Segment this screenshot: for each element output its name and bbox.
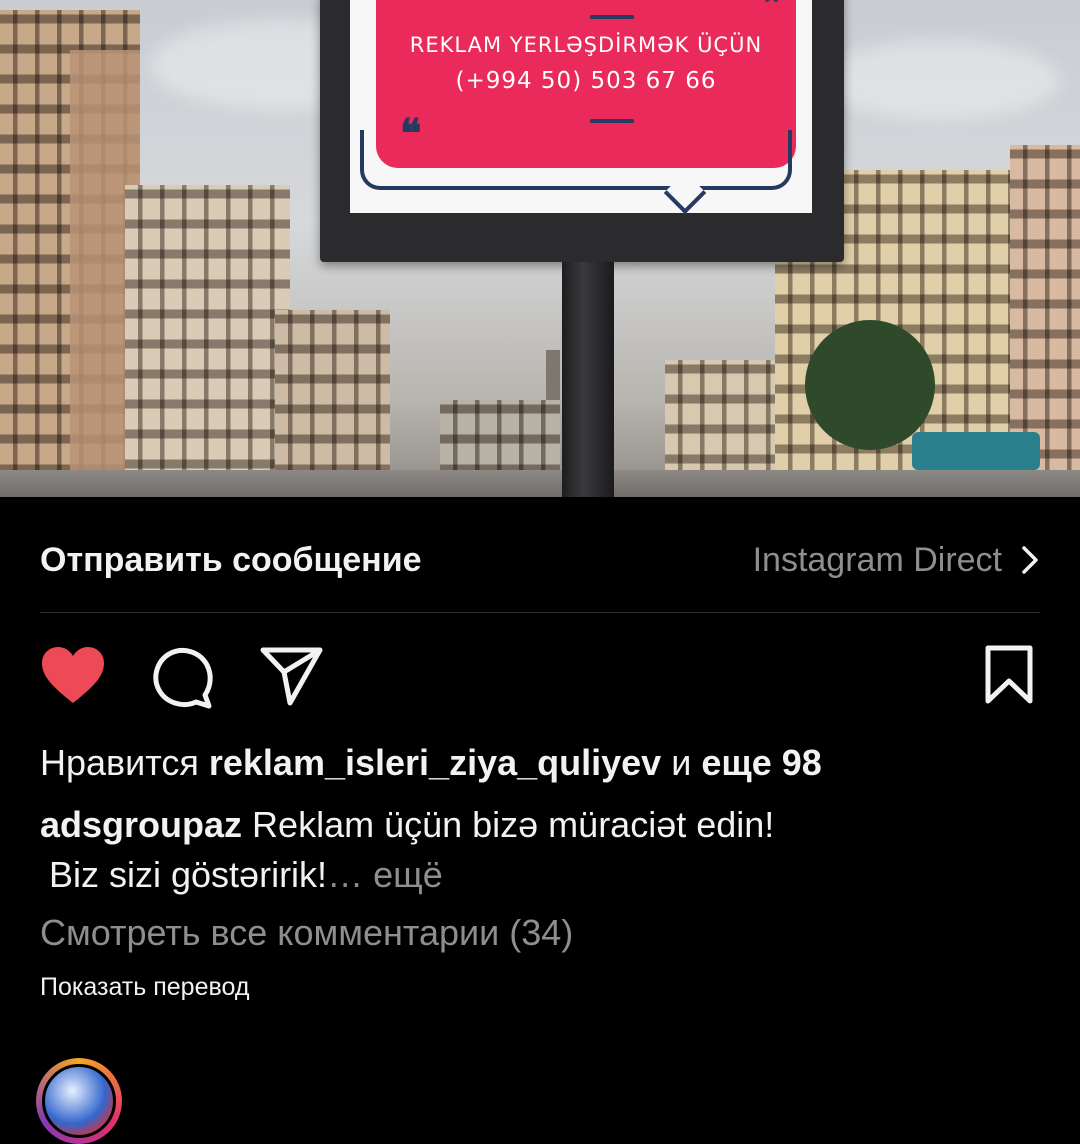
view-all-comments-link[interactable]: Смотреть все комментарии (34) [40, 912, 573, 954]
dash-bottom [590, 119, 634, 123]
likes-count[interactable]: еще 98 [701, 742, 821, 783]
likes-line[interactable]: Нравится reklam_isleri_ziya_quliyev и ещ… [40, 742, 822, 784]
avatar-image [42, 1064, 116, 1138]
billboard-screen: ❞ REKLAM YERLƏŞDİRMƏK ÜÇÜN (+994 50) 503… [350, 0, 812, 215]
show-translation-link[interactable]: Показать перевод [40, 973, 249, 1002]
bubble-outline [360, 130, 792, 190]
building-mid-left [275, 310, 390, 480]
avatar[interactable] [36, 1058, 122, 1144]
billboard-phone: (+994 50) 503 67 66 [455, 68, 717, 94]
building-right-corner [1010, 145, 1080, 475]
quote-mark-top: ❞ [762, 0, 784, 27]
post-photo[interactable]: ❞ REKLAM YERLƏŞDİRMƏK ÜÇÜN (+994 50) 503… [0, 0, 1080, 497]
caption-author[interactable]: adsgroupaz [40, 804, 242, 845]
caption-text-line1: Reklam üçün bizə müraciət edin! [252, 804, 775, 845]
post-actions [40, 645, 1040, 711]
likes-and: и [671, 742, 692, 783]
building-center-left [125, 185, 290, 475]
caption-more-link[interactable]: … ещё [327, 854, 443, 895]
bookmark-icon[interactable] [984, 645, 1034, 705]
trolleybus [912, 432, 1040, 470]
billboard-pole [562, 262, 614, 497]
divider [40, 612, 1040, 613]
comment-icon[interactable] [150, 645, 216, 711]
send-message-label: Отправить сообщение [40, 540, 422, 579]
instagram-direct-link[interactable]: Instagram Direct [753, 541, 1040, 580]
paper-plane-icon[interactable] [260, 645, 324, 707]
cloud [820, 40, 1060, 120]
liked-by-user[interactable]: reklam_isleri_ziya_quliyev [209, 742, 661, 783]
post-caption: adsgroupaz Reklam üçün bizə müraciət edi… [40, 800, 1040, 900]
likes-prefix: Нравится [40, 742, 199, 783]
dash-top [590, 15, 634, 19]
caption-text-line2: Biz sizi göstəririk! [49, 854, 328, 895]
chevron-right-icon [1022, 546, 1038, 574]
instagram-direct-label: Instagram Direct [752, 540, 1002, 579]
building-right-low [665, 360, 785, 475]
billboard-headline: REKLAM YERLƏŞDİRMƏK ÜÇÜN [409, 33, 763, 57]
tree [805, 320, 935, 450]
heart-icon[interactable] [40, 645, 106, 707]
send-message-row[interactable]: Отправить сообщение Instagram Direct [40, 530, 1040, 590]
building-distant [440, 400, 560, 475]
street [0, 470, 1080, 497]
billboard: ❞ REKLAM YERLƏŞDİRMƏK ÜÇÜN (+994 50) 503… [320, 0, 844, 262]
